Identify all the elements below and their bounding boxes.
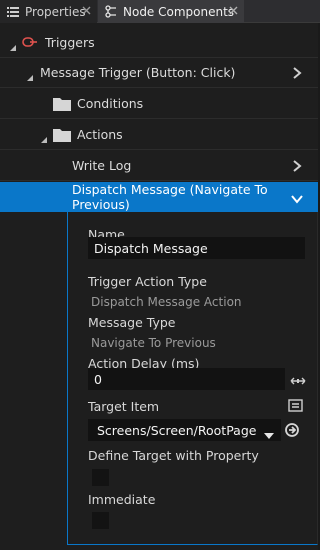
go-to-target-icon[interactable] — [284, 422, 300, 441]
message-type-value: Navigate To Previous — [91, 336, 216, 350]
folder-icon — [53, 97, 71, 114]
name-field[interactable]: Dispatch Message — [88, 237, 305, 259]
tree-item-label: Actions — [77, 127, 123, 142]
pick-target-icon[interactable] — [288, 399, 303, 415]
tab-node-components[interactable]: Node Components — [98, 0, 244, 23]
action-delay-value: 0 — [94, 371, 102, 387]
target-item-label: Target Item — [88, 399, 160, 414]
tree-item-label: Conditions — [77, 96, 144, 111]
immediate-label: Immediate — [88, 492, 156, 507]
expanded-arrow-icon[interactable] — [26, 70, 34, 85]
tree-item-label: Triggers — [45, 35, 95, 50]
node-components-icon — [103, 4, 119, 20]
define-target-checkbox[interactable] — [92, 469, 109, 486]
close-icon[interactable] — [81, 5, 92, 16]
define-target-label: Define Target with Property — [88, 448, 259, 463]
message-type-label: Message Type — [88, 315, 176, 330]
folder-icon — [53, 128, 71, 145]
properties-icon — [5, 4, 21, 20]
tree-item-dispatch-message[interactable]: Dispatch Message (Navigate To Previous) — [0, 182, 318, 212]
tree-item-triggers[interactable]: Triggers — [0, 28, 318, 58]
chevron-right-icon[interactable] — [292, 67, 302, 79]
tab-properties-label: Properties — [25, 4, 86, 19]
trigger-icon — [22, 36, 38, 52]
action-properties-panel: Name Dispatch Message Trigger Action Typ… — [67, 212, 318, 545]
dropdown-arrow-icon[interactable] — [264, 428, 274, 443]
close-icon[interactable] — [228, 5, 239, 16]
tree-item-label: Message Trigger (Button: Click) — [40, 65, 236, 80]
immediate-checkbox[interactable] — [92, 512, 109, 529]
tree-item-message-trigger[interactable]: Message Trigger (Button: Click) — [0, 58, 318, 88]
trigger-action-type-label: Trigger Action Type — [88, 274, 207, 289]
drag-value-icon[interactable] — [290, 374, 306, 389]
action-delay-field[interactable]: 0 — [88, 368, 285, 390]
tree-item-label: Dispatch Message (Navigate To Previous) — [72, 182, 268, 212]
tree-item-conditions[interactable]: Conditions — [0, 89, 318, 119]
target-item-select[interactable]: Screens/Screen/RootPage — [88, 419, 281, 441]
tree-item-write-log[interactable]: Write Log — [0, 151, 318, 181]
name-value: Dispatch Message — [94, 240, 208, 256]
tab-node-components-label: Node Components — [123, 4, 235, 19]
target-item-value: Screens/Screen/RootPage — [97, 422, 257, 438]
tree-item-label: Write Log — [72, 158, 132, 173]
chevron-right-icon[interactable] — [292, 160, 302, 172]
chevron-down-icon[interactable] — [291, 192, 303, 207]
trigger-action-type-value: Dispatch Message Action — [91, 295, 242, 309]
expanded-arrow-icon[interactable] — [9, 40, 17, 55]
expanded-arrow-icon[interactable] — [40, 132, 48, 147]
tab-bar: Properties Node Components — [0, 0, 320, 23]
tree-item-actions[interactable]: Actions — [0, 120, 318, 150]
tab-properties[interactable]: Properties — [0, 0, 97, 23]
